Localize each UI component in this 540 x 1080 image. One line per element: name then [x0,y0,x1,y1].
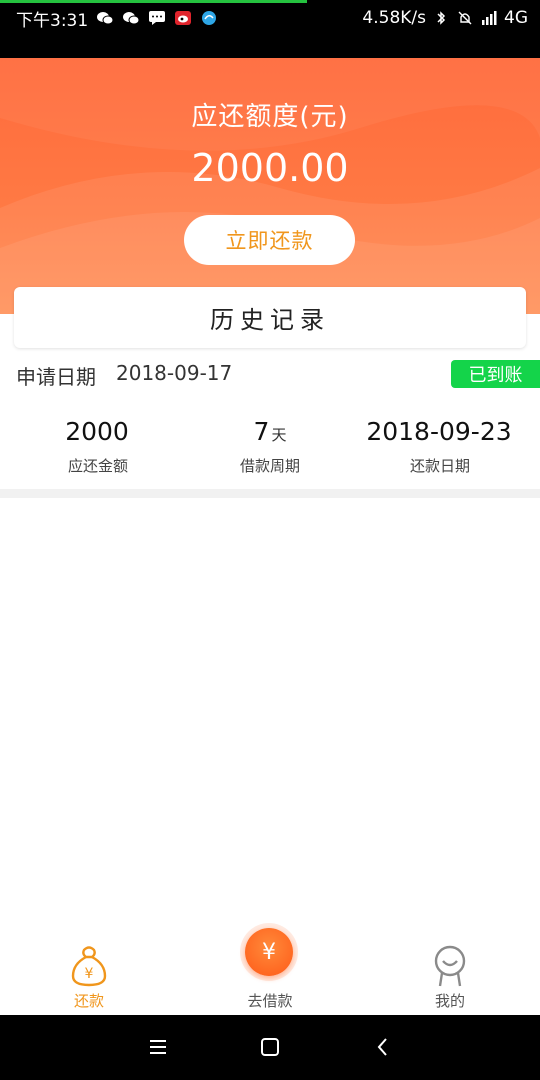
record-stats[interactable]: 2000 应还金额 7天 借款周期 2018-09-23 还款日期 [0,414,540,480]
stat-period-value: 7 [253,417,270,446]
apply-date-value: 2018-09-17 [116,361,233,385]
bluetooth-icon [432,10,450,26]
message-icon [148,10,166,26]
signal-icon [480,10,498,26]
weibo-icon [174,10,192,26]
stat-repay-date-value: 2018-09-23 [366,417,512,446]
wechat-icon [96,10,114,26]
app-notification-icon [200,10,218,26]
wechat-icon-2 [122,10,140,26]
money-bag-icon: ¥ [69,944,109,988]
apply-date-label: 申请日期 [16,365,96,389]
nav-item-repay[interactable]: ¥ 还款 [29,938,149,1015]
yen-symbol: ¥ [262,939,276,965]
network-speed: 4.58K/s [362,8,426,28]
repay-now-button[interactable]: 立即还款 [184,215,355,265]
repayment-header: 应还额度(元) 2000.00 立即还款 [0,58,540,314]
stat-amount-due: 2000 应还金额 [8,414,188,476]
page-load-progress [0,0,307,3]
home-icon[interactable] [258,1035,282,1059]
stat-amount-label: 应还金额 [67,457,128,475]
status-badge: 已到账 [451,360,540,388]
menu-icon[interactable] [146,1035,170,1059]
nav-label-repay: 还款 [73,992,104,1010]
user-face-icon [430,944,470,988]
amount-due-value: 2000.00 [191,146,349,190]
nav-label-mine: 我的 [434,992,465,1010]
back-icon[interactable] [371,1035,395,1059]
history-records-tab[interactable]: 历史记录 [14,287,526,348]
section-divider [0,489,540,498]
stat-period-label: 借款周期 [239,457,300,475]
mute-bell-icon [456,10,474,26]
nav-label-borrow: 去借款 [247,992,293,1010]
stat-repay-date: 2018-09-23 还款日期 [350,414,530,476]
network-type: 4G [504,8,528,28]
yen-circle-icon[interactable]: ¥ [245,928,293,976]
stat-repay-date-label: 还款日期 [409,457,470,475]
system-nav-bar [0,1015,540,1080]
status-time: 下午3:31 [16,10,89,31]
stat-loan-period: 7天 借款周期 [180,414,360,476]
nav-item-mine[interactable]: 我的 [390,938,510,1015]
amount-due-title: 应还额度(元) [191,102,349,132]
stat-amount-value: 2000 [65,417,129,446]
status-right: 4.58K/s 4G [362,6,528,30]
stat-period-unit: 天 [271,426,287,444]
record-date-row: 申请日期 2018-09-17 已到账 [0,358,540,390]
money-bag-symbol: ¥ [85,966,94,982]
status-left: 下午3:31 [16,6,218,31]
status-bar: 下午3:31 4.58K/s 4G [0,0,540,58]
